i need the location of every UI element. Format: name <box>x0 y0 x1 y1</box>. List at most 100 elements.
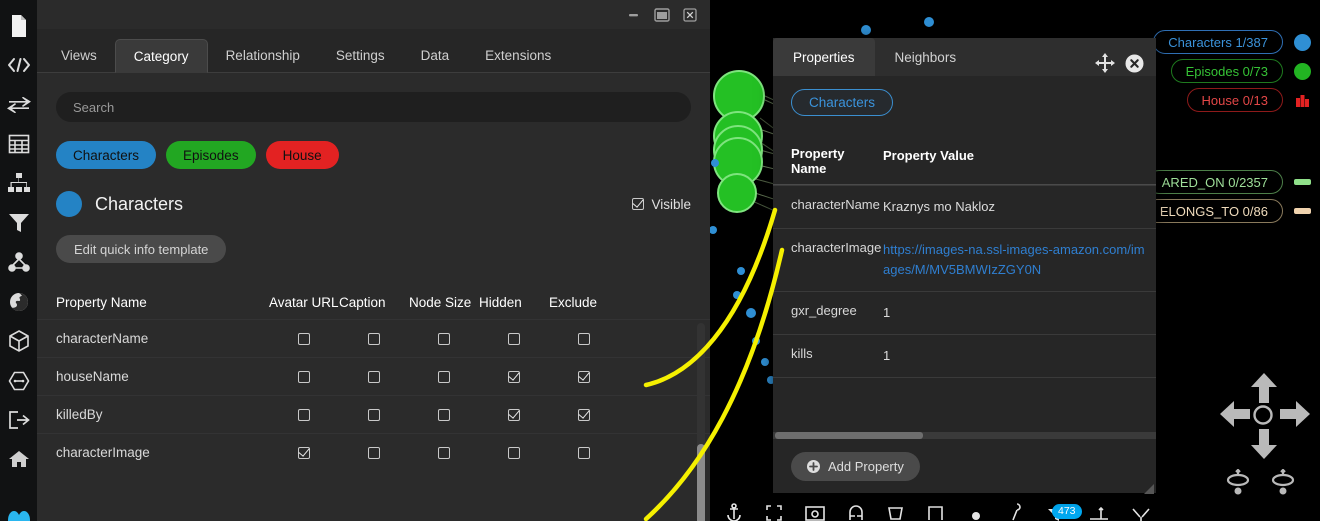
hidden-checkbox[interactable] <box>508 371 520 383</box>
caption-checkbox[interactable] <box>368 409 380 421</box>
caption-checkbox[interactable] <box>368 371 380 383</box>
hidden-checkbox[interactable] <box>508 447 520 459</box>
cell-exclude[interactable] <box>549 371 619 383</box>
caption-checkbox[interactable] <box>368 447 380 459</box>
split-tool[interactable] <box>1130 503 1152 521</box>
edit-quick-info-template-button[interactable]: Edit quick info template <box>56 235 226 263</box>
minimize-button[interactable] <box>624 5 643 24</box>
property-row[interactable]: gxr_degree 1 <box>773 291 1156 334</box>
cell-avatar-url[interactable] <box>269 333 339 345</box>
legend-pill-characters[interactable]: Characters 1/387 <box>1153 30 1283 54</box>
filter-icon[interactable] <box>0 203 37 242</box>
anchor-tool[interactable] <box>724 503 744 521</box>
exclude-checkbox[interactable] <box>578 409 590 421</box>
close-button[interactable] <box>680 5 699 24</box>
document-icon[interactable] <box>0 6 37 45</box>
pan-down-button[interactable] <box>1251 429 1277 464</box>
cell-avatar-url[interactable] <box>269 409 339 421</box>
table-row[interactable]: killedBy <box>37 395 710 433</box>
node-size-checkbox[interactable] <box>438 371 450 383</box>
hierarchy-icon[interactable] <box>0 164 37 203</box>
recenter-button[interactable] <box>1252 404 1274 431</box>
cell-caption[interactable] <box>339 371 409 383</box>
tab-relationship[interactable]: Relationship <box>208 38 318 72</box>
export-icon[interactable] <box>0 400 37 439</box>
cell-node-size[interactable] <box>409 409 479 421</box>
caption-checkbox[interactable] <box>368 333 380 345</box>
rotate-left-button[interactable] <box>1223 469 1253 502</box>
table-row[interactable]: characterImage <box>37 433 710 471</box>
tab-views[interactable]: Views <box>43 38 115 72</box>
cell-exclude[interactable] <box>549 333 619 345</box>
exclude-checkbox[interactable] <box>578 333 590 345</box>
cell-hidden[interactable] <box>479 447 549 459</box>
cell-avatar-url[interactable] <box>269 371 339 383</box>
property-row[interactable]: characterName Kraznys mo Nakloz <box>773 185 1156 228</box>
hidden-checkbox[interactable] <box>508 333 520 345</box>
hexagon-icon[interactable] <box>0 361 37 400</box>
screenshot-tool[interactable] <box>804 503 826 521</box>
globe-icon[interactable] <box>0 282 37 321</box>
cell-hidden[interactable] <box>479 333 549 345</box>
frame-tool[interactable] <box>926 503 946 521</box>
node-size-checkbox[interactable] <box>438 333 450 345</box>
add-property-button[interactable]: Add Property <box>791 452 920 481</box>
hidden-checkbox[interactable] <box>508 409 520 421</box>
node-size-checkbox[interactable] <box>438 409 450 421</box>
avatar-url-checkbox[interactable] <box>298 409 310 421</box>
node-size-checkbox[interactable] <box>438 447 450 459</box>
pan-right-button[interactable] <box>1280 401 1310 432</box>
measure-tool[interactable] <box>1088 503 1110 521</box>
pin-tool[interactable] <box>1006 503 1026 521</box>
cell-caption[interactable] <box>339 409 409 421</box>
cell-exclude[interactable] <box>549 409 619 421</box>
exclude-checkbox[interactable] <box>578 447 590 459</box>
pan-up-button[interactable] <box>1251 373 1277 408</box>
legend-pill-belongs-to[interactable]: ELONGS_TO 0/86 <box>1145 199 1283 223</box>
properties-category-chip[interactable]: Characters <box>791 89 893 116</box>
category-chip-episodes[interactable]: Episodes <box>166 141 256 169</box>
tab-properties[interactable]: Properties <box>773 38 875 76</box>
cell-caption[interactable] <box>339 333 409 345</box>
expand-tool[interactable] <box>764 503 784 521</box>
tab-category[interactable]: Category <box>115 39 208 73</box>
property-row[interactable]: characterImage https://images-na.ssl-ima… <box>773 228 1156 291</box>
cell-node-size[interactable] <box>409 447 479 459</box>
panel-scroll-thumb[interactable] <box>697 444 705 521</box>
lasso-tool[interactable] <box>886 503 906 521</box>
visible-toggle[interactable]: Visible <box>632 197 691 212</box>
tab-settings[interactable]: Settings <box>318 38 403 72</box>
cell-node-size[interactable] <box>409 333 479 345</box>
tab-data[interactable]: Data <box>403 38 468 72</box>
pan-left-button[interactable] <box>1220 401 1250 432</box>
dot-tool[interactable] <box>966 503 986 521</box>
cell-hidden[interactable] <box>479 409 549 421</box>
cell-hidden[interactable] <box>479 371 549 383</box>
network-icon[interactable] <box>0 243 37 282</box>
magnet-tool[interactable] <box>846 503 866 521</box>
property-value-link[interactable]: https://images-na.ssl-images-amazon.com/… <box>883 229 1156 291</box>
cell-avatar-url[interactable] <box>269 447 339 459</box>
tab-neighbors[interactable]: Neighbors <box>875 38 977 76</box>
legend-pill-episodes[interactable]: Episodes 0/73 <box>1171 59 1283 83</box>
cell-caption[interactable] <box>339 447 409 459</box>
legend-pill-appeared-on[interactable]: ARED_ON 0/2357 <box>1147 170 1283 194</box>
move-icon[interactable] <box>1095 53 1115 73</box>
rotate-right-button[interactable] <box>1268 469 1298 502</box>
search-input[interactable] <box>56 92 691 122</box>
avatar-url-checkbox[interactable] <box>298 333 310 345</box>
table-icon[interactable] <box>0 124 37 163</box>
cell-exclude[interactable] <box>549 447 619 459</box>
cube-icon[interactable] <box>0 321 37 360</box>
code-icon[interactable] <box>0 45 37 84</box>
visible-checkbox[interactable] <box>632 198 644 210</box>
property-row[interactable]: kills 1 <box>773 334 1156 377</box>
avatar-url-checkbox[interactable] <box>298 371 310 383</box>
avatar-url-checkbox[interactable] <box>298 447 310 459</box>
home-icon[interactable] <box>0 440 37 479</box>
cell-node-size[interactable] <box>409 371 479 383</box>
category-chip-house[interactable]: House <box>266 141 339 169</box>
category-chip-characters[interactable]: Characters <box>56 141 156 169</box>
exclude-checkbox[interactable] <box>578 371 590 383</box>
properties-hscroll-thumb[interactable] <box>775 432 923 439</box>
